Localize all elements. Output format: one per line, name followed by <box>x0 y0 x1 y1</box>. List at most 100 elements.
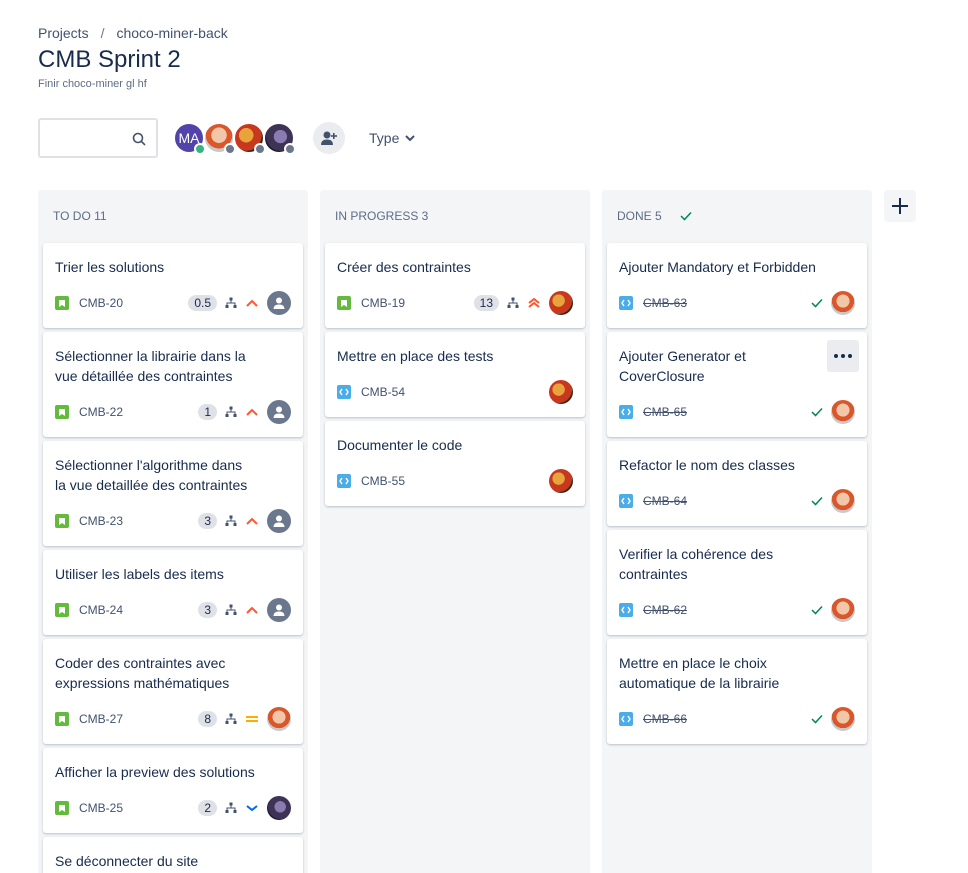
task-icon <box>337 385 351 399</box>
issue-key[interactable]: CMB-63 <box>643 296 687 310</box>
issue-card[interactable]: Ajouter Mandatory et Forbidden CMB-63 <box>607 243 867 328</box>
issue-key[interactable]: CMB-23 <box>79 514 123 528</box>
done-check-icon <box>811 298 823 308</box>
issue-key[interactable]: CMB-64 <box>643 494 687 508</box>
issue-summary: Afficher la preview des solutions <box>55 764 255 780</box>
add-column-button[interactable] <box>884 190 916 222</box>
assignee-avatar[interactable] <box>549 291 573 315</box>
more-actions-button[interactable] <box>827 340 859 372</box>
issue-card[interactable]: Documenter le code CMB-55 <box>325 421 585 506</box>
chevron-down-icon <box>405 135 416 142</box>
story-icon <box>55 603 69 617</box>
add-person-icon <box>321 131 337 145</box>
issue-key[interactable]: CMB-66 <box>643 712 687 726</box>
story-points-badge: 8 <box>198 711 217 727</box>
issue-key[interactable]: CMB-19 <box>361 296 405 310</box>
issue-summary: Utiliser les labels des items <box>55 566 224 582</box>
priority-high-icon <box>246 408 258 416</box>
story-points-badge: 1 <box>198 404 217 420</box>
breadcrumb-project[interactable]: choco-miner-back <box>116 25 227 41</box>
unassigned-avatar[interactable] <box>267 509 291 533</box>
breadcrumb-projects[interactable]: Projects <box>38 25 89 41</box>
type-filter-label: Type <box>369 130 400 146</box>
issue-key[interactable]: CMB-54 <box>361 385 405 399</box>
priority-low-icon <box>246 805 258 812</box>
issue-summary: Refactor le nom des classes <box>619 457 795 473</box>
issue-summary: Documenter le code <box>337 437 463 453</box>
issue-summary: Mettre en place des tests <box>337 348 494 364</box>
board-toolbar: MA Type <box>38 118 416 158</box>
add-people-button[interactable] <box>313 122 345 154</box>
priority-high-icon <box>246 517 258 525</box>
issue-card[interactable]: Coder des contraintes avec expressions m… <box>43 639 303 744</box>
column-in-progress: IN PROGRESS 3 Créer des contraintes CMB-… <box>320 190 590 873</box>
story-icon <box>55 712 69 726</box>
issue-summary: Verifier la cohérence des contraintes <box>619 546 774 582</box>
issue-key[interactable]: CMB-20 <box>79 296 123 310</box>
breadcrumb-separator: / <box>100 25 105 41</box>
type-filter-dropdown[interactable]: Type <box>369 130 416 146</box>
column-todo: TO DO 11 Trier les solutions CMB-20 0.5 … <box>38 190 308 873</box>
search-input[interactable] <box>38 118 158 158</box>
avatar-user-3[interactable] <box>233 122 266 155</box>
issue-card[interactable]: Ajouter Generator et CoverClosure CMB-65 <box>607 332 867 437</box>
avatar-user-4[interactable] <box>263 122 296 155</box>
issue-card[interactable]: Se déconnecter du site <box>43 837 303 873</box>
issue-card[interactable]: Mettre en place des tests CMB-54 <box>325 332 585 417</box>
issue-key[interactable]: CMB-62 <box>643 603 687 617</box>
issue-card[interactable]: Trier les solutions CMB-20 0.5 <box>43 243 303 328</box>
priority-medium-icon <box>246 716 258 722</box>
issue-summary: Mettre en place le choix automatique de … <box>619 655 780 691</box>
priority-high-icon <box>246 606 258 614</box>
assignee-avatar[interactable] <box>267 796 291 820</box>
issue-card[interactable]: Mettre en place le choix automatique de … <box>607 639 867 744</box>
child-issues-icon <box>225 713 237 724</box>
issue-summary: Trier les solutions <box>55 259 165 275</box>
assignee-avatar[interactable] <box>549 380 573 404</box>
issue-key[interactable]: CMB-65 <box>643 405 687 419</box>
issue-summary: Créer des contraintes <box>337 259 471 275</box>
assignee-avatar[interactable] <box>831 489 855 513</box>
issue-card[interactable]: Créer des contraintes CMB-19 13 <box>325 243 585 328</box>
issue-key[interactable]: CMB-25 <box>79 801 123 815</box>
assignee-avatar[interactable] <box>549 469 573 493</box>
done-check-icon <box>811 496 823 506</box>
assignee-avatar[interactable] <box>831 707 855 731</box>
done-check-icon <box>811 605 823 615</box>
avatar-user-2[interactable] <box>203 122 236 155</box>
assignee-avatar[interactable] <box>831 400 855 424</box>
issue-key[interactable]: CMB-24 <box>79 603 123 617</box>
unassigned-avatar[interactable] <box>267 400 291 424</box>
story-points-badge: 2 <box>198 800 217 816</box>
issue-card[interactable]: Verifier la cohérence des contraintes CM… <box>607 530 867 635</box>
unassigned-avatar[interactable] <box>267 598 291 622</box>
child-issues-icon <box>225 802 237 813</box>
story-points-badge: 3 <box>198 513 217 529</box>
issue-summary: Se déconnecter du site <box>55 853 199 869</box>
task-icon <box>619 296 633 310</box>
assignee-avatar[interactable] <box>831 598 855 622</box>
issue-summary: Ajouter Mandatory et Forbidden <box>619 259 816 275</box>
child-issues-icon <box>507 297 519 308</box>
story-points-badge: 3 <box>198 602 217 618</box>
plus-icon <box>892 198 908 214</box>
issue-key[interactable]: CMB-55 <box>361 474 405 488</box>
check-icon <box>680 211 692 221</box>
child-issues-icon <box>225 406 237 417</box>
issue-key[interactable]: CMB-22 <box>79 405 123 419</box>
issue-key[interactable]: CMB-27 <box>79 712 123 726</box>
story-points-badge: 13 <box>473 295 499 311</box>
column-header: DONE 5 <box>617 209 692 223</box>
priority-high-icon <box>246 299 258 307</box>
issue-card[interactable]: Sélectionner l'algorithme dans la vue de… <box>43 441 303 546</box>
assignee-avatar[interactable] <box>831 291 855 315</box>
task-icon <box>619 405 633 419</box>
issue-card[interactable]: Sélectionner la librairie dans la vue dé… <box>43 332 303 437</box>
issue-card[interactable]: Utiliser les labels des items CMB-24 3 <box>43 550 303 635</box>
unassigned-avatar[interactable] <box>267 291 291 315</box>
issue-card[interactable]: Afficher la preview des solutions CMB-25… <box>43 748 303 833</box>
assignee-avatar[interactable] <box>267 707 291 731</box>
issue-card[interactable]: Refactor le nom des classes CMB-64 <box>607 441 867 526</box>
avatar-ma[interactable]: MA <box>173 122 206 155</box>
search-icon <box>132 132 146 146</box>
